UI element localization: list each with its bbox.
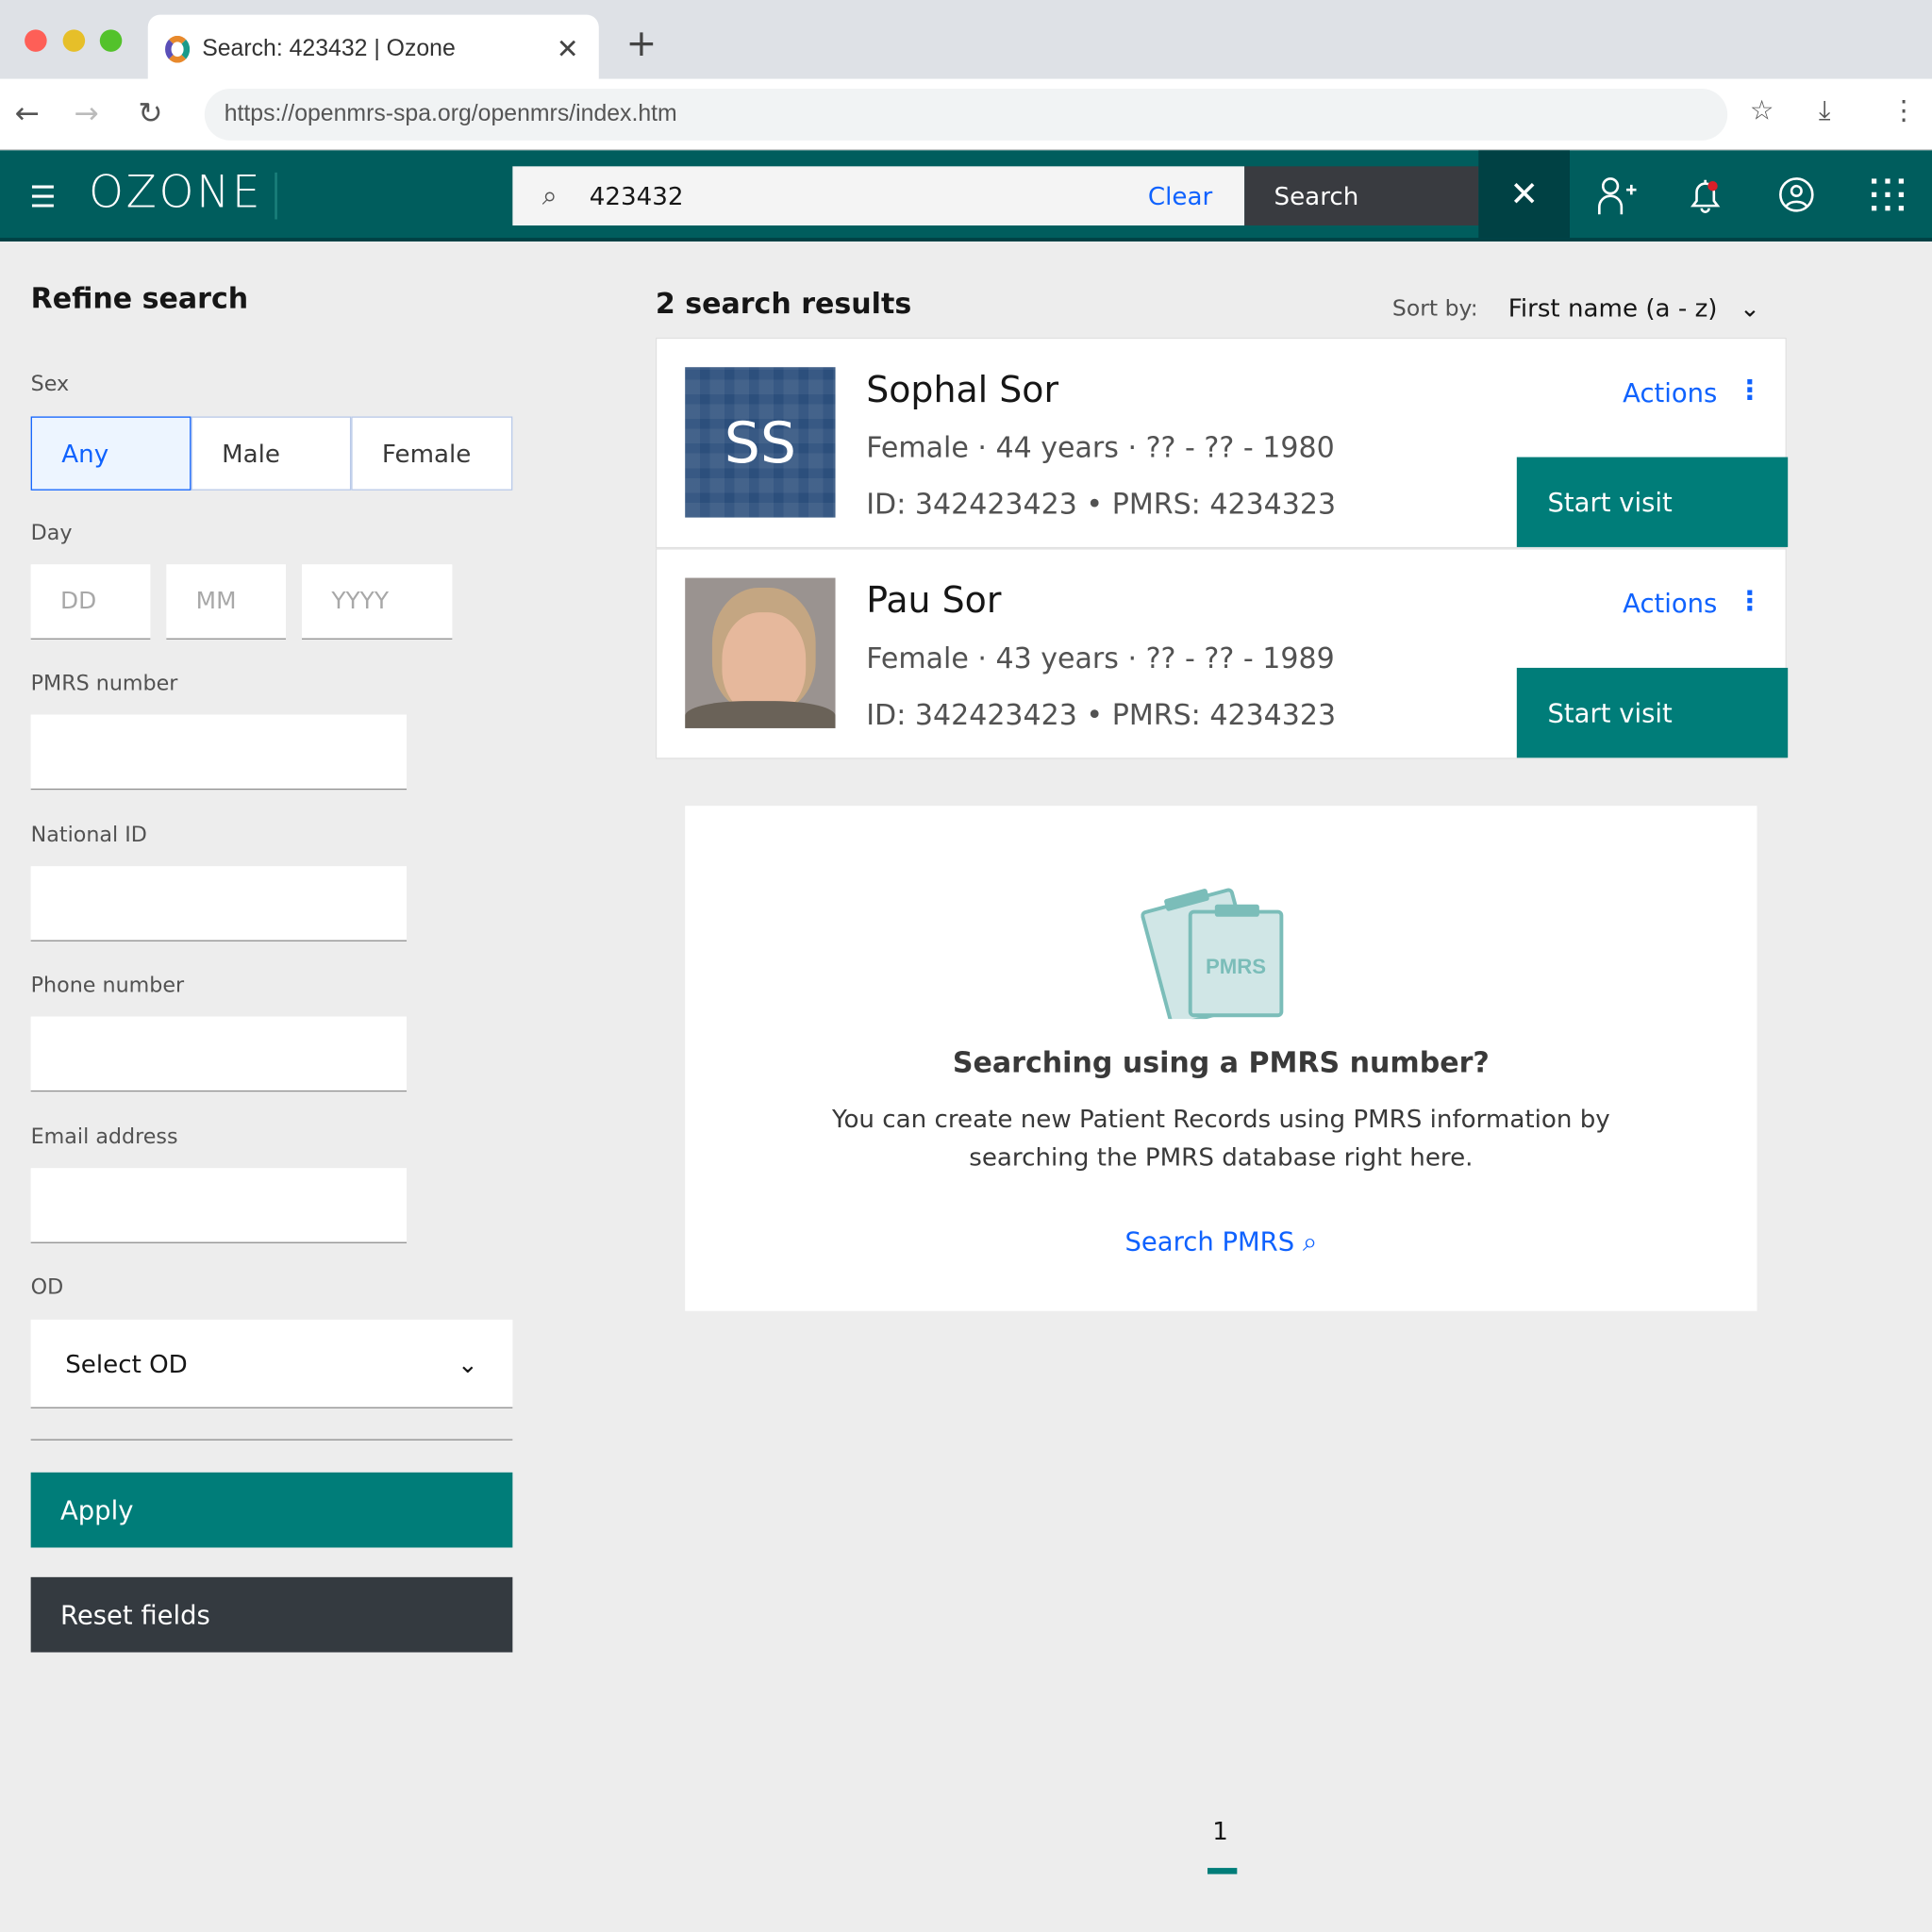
search-icon: ⌕ bbox=[541, 180, 558, 211]
patient-ids: ID: 342423423 • PMRS: 4234323 bbox=[866, 699, 1337, 732]
od-select-value: Select OD bbox=[65, 1348, 188, 1378]
notification-bell-icon[interactable] bbox=[1683, 173, 1727, 217]
search-box: ⌕ 423432 Clear bbox=[512, 166, 1245, 226]
sex-label: Sex bbox=[30, 372, 70, 397]
chevron-down-icon: ⌄ bbox=[1740, 292, 1760, 324]
national-id-input[interactable] bbox=[30, 866, 408, 941]
od-label: OD bbox=[30, 1274, 64, 1300]
pagination-page[interactable]: 1 bbox=[1212, 1816, 1228, 1845]
url-input[interactable]: https://openmrs-spa.org/openmrs/index.ht… bbox=[204, 89, 1728, 141]
close-window-button[interactable] bbox=[25, 29, 47, 52]
search-button[interactable]: Search bbox=[1244, 166, 1479, 226]
patient-age: 44 years bbox=[995, 432, 1119, 465]
browser-tab[interactable]: Search: 423432 | Ozone ✕ bbox=[147, 14, 599, 84]
maximize-window-button[interactable] bbox=[99, 29, 123, 52]
od-select[interactable]: Select OD ⌄ bbox=[30, 1319, 513, 1408]
add-patient-icon[interactable] bbox=[1594, 173, 1639, 217]
patient-photo bbox=[685, 577, 836, 728]
close-search-button[interactable]: ✕ bbox=[1478, 150, 1570, 239]
back-icon[interactable]: ← bbox=[15, 96, 40, 131]
empty-line-2: searching the PMRS database right here. bbox=[969, 1141, 1474, 1173]
email-label: Email address bbox=[30, 1124, 178, 1150]
empty-title: Searching using a PMRS number? bbox=[952, 1047, 1490, 1080]
clear-button[interactable]: Clear bbox=[1148, 181, 1212, 210]
clipboard-illustration-icon: PMRS bbox=[1141, 888, 1284, 1020]
start-visit-button[interactable]: Start visit bbox=[1516, 457, 1789, 547]
patient-sex: Female bbox=[866, 432, 969, 465]
pmrs-input[interactable] bbox=[30, 714, 408, 791]
patient-dob: ?? - ?? - 1980 bbox=[1145, 432, 1335, 465]
chevron-down-icon: ⌄ bbox=[457, 1348, 478, 1378]
patient-demographics: Female · 43 years · ?? - ?? - 1989 bbox=[866, 642, 1335, 675]
search-pmrs-label: Search PMRS bbox=[1124, 1226, 1295, 1257]
reload-icon[interactable]: ↻ bbox=[138, 96, 162, 131]
empty-line-1: You can create new Patient Records using… bbox=[831, 1104, 1610, 1134]
overflow-menu-icon[interactable]: ⋮ bbox=[1736, 375, 1763, 407]
url-text: https://openmrs-spa.org/openmrs/index.ht… bbox=[224, 101, 677, 127]
app-header: ☰ OZONE ⌕ 423432 Clear Search ✕ bbox=[0, 150, 1932, 242]
illustration-text: PMRS bbox=[1206, 955, 1266, 978]
month-input[interactable]: MM bbox=[166, 564, 287, 640]
email-input[interactable] bbox=[30, 1168, 408, 1243]
browser-menu-icon[interactable]: ⋮ bbox=[1890, 96, 1918, 127]
user-profile-icon[interactable] bbox=[1774, 173, 1819, 217]
refine-search-title: Refine search bbox=[30, 283, 249, 316]
patient-sex: Female bbox=[866, 642, 969, 675]
forward-icon[interactable]: → bbox=[74, 96, 98, 131]
national-id-label: National ID bbox=[30, 823, 147, 848]
patient-dob: ?? - ?? - 1989 bbox=[1145, 642, 1335, 675]
sort-dropdown[interactable]: First name (a - z) ⌄ bbox=[1508, 293, 1760, 323]
search-input[interactable]: 423432 bbox=[590, 181, 1148, 210]
patient-ids: ID: 342423423 • PMRS: 4234323 bbox=[866, 489, 1337, 522]
patient-age: 43 years bbox=[995, 642, 1119, 675]
sex-female-option[interactable]: Female bbox=[351, 416, 513, 491]
patient-card[interactable]: SS Sophal Sor Female · 44 years · ?? - ?… bbox=[655, 337, 1789, 549]
bookmark-star-icon[interactable]: ☆ bbox=[1750, 96, 1774, 127]
close-tab-icon[interactable]: ✕ bbox=[557, 33, 579, 65]
pmrs-label: PMRS number bbox=[30, 671, 178, 696]
phone-input[interactable] bbox=[30, 1016, 408, 1092]
tab-title: Search: 423432 | Ozone bbox=[202, 35, 456, 62]
patient-name[interactable]: Pau Sor bbox=[866, 579, 1001, 621]
minimize-window-button[interactable] bbox=[62, 29, 86, 52]
phone-label: Phone number bbox=[30, 973, 185, 998]
day-input[interactable]: DD bbox=[30, 564, 151, 640]
reset-fields-button[interactable]: Reset fields bbox=[30, 1576, 513, 1653]
address-bar: ← → ↻ https://openmrs-spa.org/openmrs/in… bbox=[0, 78, 1932, 151]
app-switcher-icon[interactable] bbox=[1865, 173, 1909, 217]
pagination-active-indicator bbox=[1207, 1868, 1238, 1874]
hamburger-menu-icon[interactable]: ☰ bbox=[29, 180, 56, 215]
divider bbox=[30, 1439, 513, 1441]
patient-demographics: Female · 44 years · ?? - ?? - 1980 bbox=[866, 432, 1335, 465]
new-tab-icon[interactable]: + bbox=[626, 23, 658, 66]
start-visit-button[interactable]: Start visit bbox=[1516, 667, 1789, 758]
patient-card[interactable]: Pau Sor Female · 43 years · ?? - ?? - 19… bbox=[655, 548, 1789, 759]
apply-button[interactable]: Apply bbox=[30, 1472, 513, 1548]
actions-link[interactable]: Actions bbox=[1623, 378, 1717, 408]
overflow-menu-icon[interactable]: ⋮ bbox=[1736, 587, 1763, 618]
sex-any-option[interactable]: Any bbox=[30, 416, 192, 491]
browser-tab-bar: Search: 423432 | Ozone ✕ + bbox=[0, 0, 1932, 84]
patient-name[interactable]: Sophal Sor bbox=[866, 369, 1058, 410]
day-label: Day bbox=[30, 521, 73, 546]
year-input[interactable]: YYYY bbox=[301, 564, 453, 640]
search-pmrs-link[interactable]: Search PMRS ⌕ bbox=[685, 1227, 1757, 1258]
sort-value: First name (a - z) bbox=[1507, 292, 1718, 324]
favicon-icon bbox=[165, 35, 191, 63]
results-count: 2 search results bbox=[655, 288, 912, 321]
pmrs-empty-state: PMRS Searching using a PMRS number? You … bbox=[685, 806, 1757, 1311]
actions-link[interactable]: Actions bbox=[1623, 589, 1717, 618]
divider bbox=[275, 172, 277, 220]
search-icon: ⌕ bbox=[1302, 1226, 1318, 1257]
patient-avatar: SS bbox=[685, 367, 836, 518]
sort-label: Sort by: bbox=[1391, 295, 1478, 322]
download-icon[interactable]: ⤓ bbox=[1819, 96, 1831, 127]
ozone-logo[interactable]: OZONE bbox=[89, 168, 262, 219]
sex-male-option[interactable]: Male bbox=[191, 416, 352, 491]
